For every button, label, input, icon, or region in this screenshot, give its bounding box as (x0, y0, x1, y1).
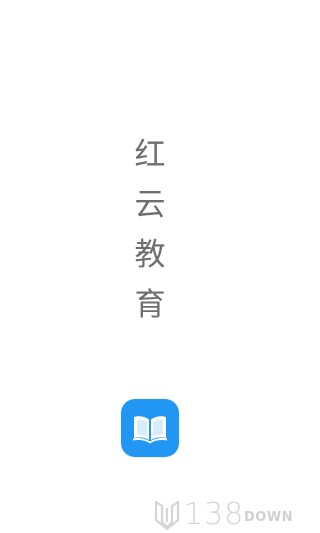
watermark-number: 138 (184, 497, 245, 532)
app-name-vertical: 红 云 教 育 (0, 130, 300, 330)
splash-screen: 红 云 教 育 138 DOWN (0, 0, 300, 533)
watermark: 138 DOWN (150, 494, 300, 533)
app-name-char: 育 (134, 287, 166, 323)
open-book-icon (133, 416, 167, 444)
app-name-char: 红 (134, 137, 166, 173)
app-name-char: 教 (134, 237, 166, 273)
138down-logo-icon (154, 500, 180, 530)
app-logo (121, 399, 179, 457)
app-name-char: 云 (134, 187, 166, 223)
watermark-word: DOWN (244, 510, 294, 525)
